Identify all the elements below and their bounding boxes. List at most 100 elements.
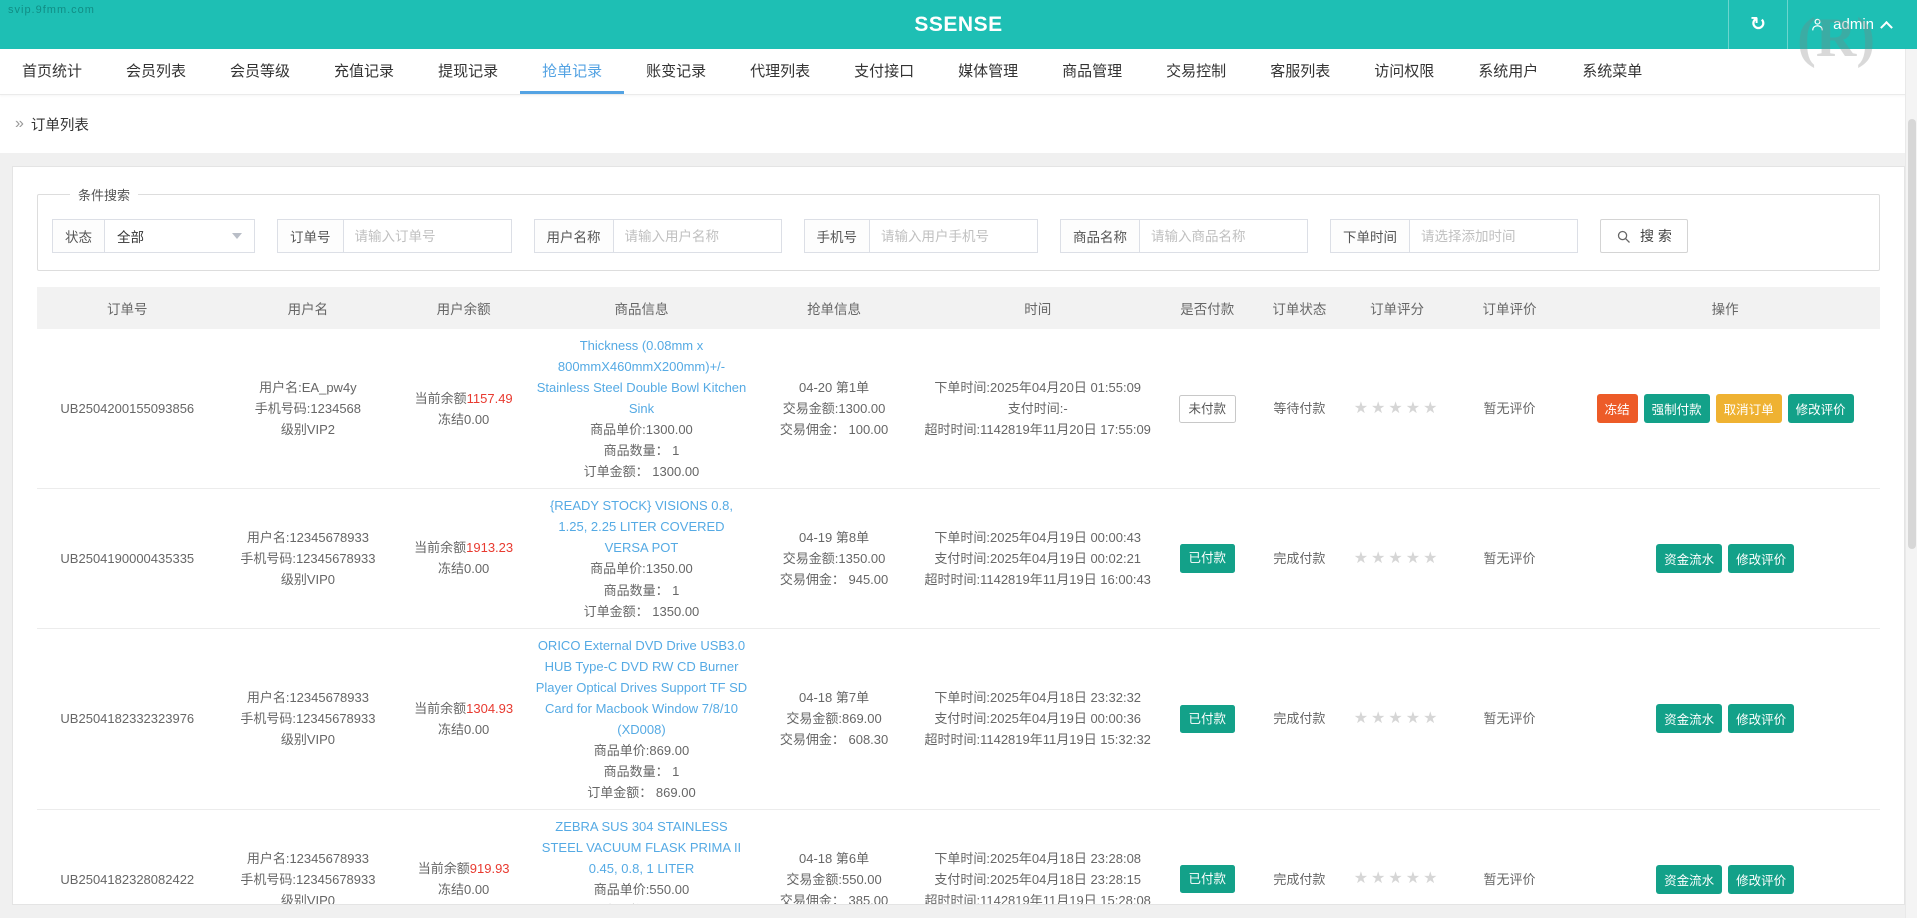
nav-item-2[interactable]: 会员列表 bbox=[104, 49, 208, 94]
col-header: 用户名 bbox=[217, 287, 399, 329]
product-link[interactable]: ZEBRA SUS 304 STAINLESS STEEL VACUUM FLA… bbox=[535, 816, 748, 879]
cell-line: 手机号码:12345678933 bbox=[240, 871, 376, 887]
col-header: 订单评分 bbox=[1345, 287, 1449, 329]
grab-info-cell: 04-18 第6单 交易金额:550.00 交易佣金： 385.00 bbox=[753, 809, 915, 904]
nav-item-12[interactable]: 交易控制 bbox=[1144, 49, 1248, 94]
cell-line: 手机号码:12345678933 bbox=[240, 550, 376, 566]
product-link[interactable]: Thickness (0.08mm x 800mmX460mmX200mm)+/… bbox=[535, 335, 748, 419]
paid-cell: 已付款 bbox=[1161, 488, 1254, 629]
nav-item-1[interactable]: 首页统计 bbox=[0, 49, 104, 94]
review-cell: 暂无评价 bbox=[1448, 488, 1571, 629]
action-button[interactable]: 修改评价 bbox=[1728, 864, 1795, 894]
balance-line: 当前余额1304.93 bbox=[414, 700, 514, 716]
nav-item-16[interactable]: 系统菜单 bbox=[1560, 49, 1664, 94]
nav-item-6[interactable]: 抢单记录 bbox=[520, 49, 624, 94]
balance-amount: 1913.23 bbox=[466, 540, 514, 556]
cell-line: 交易佣金： 608.30 bbox=[779, 732, 889, 748]
nav-item-15[interactable]: 系统用户 bbox=[1456, 49, 1560, 94]
field-input-1[interactable] bbox=[343, 219, 512, 253]
field-label: 商品名称 bbox=[1060, 219, 1140, 253]
scrollbar-thumb[interactable] bbox=[1908, 119, 1916, 549]
action-button[interactable]: 强制付款 bbox=[1643, 394, 1710, 424]
cell-line: 04-18 第6单 bbox=[799, 850, 870, 866]
cell-line: 支付时间:2025年04月18日 23:28:15 bbox=[934, 871, 1142, 887]
cell-line: 级别VIP0 bbox=[280, 892, 335, 905]
field-input-5[interactable] bbox=[1410, 219, 1578, 253]
cell-line: 超时时间:1142819年11月20日 17:55:09 bbox=[924, 422, 1151, 438]
frozen-line: 冻结0.00 bbox=[437, 561, 490, 577]
nav-item-13[interactable]: 客服列表 bbox=[1248, 49, 1352, 94]
frozen-line: 冻结0.00 bbox=[437, 882, 490, 898]
vertical-scrollbar[interactable] bbox=[1905, 49, 1917, 918]
search-field-2: 用户名称 bbox=[533, 219, 782, 253]
nav-item-7[interactable]: 账变记录 bbox=[624, 49, 728, 94]
nav-item-3[interactable]: 会员等级 bbox=[208, 49, 312, 94]
balance-amount: 919.93 bbox=[469, 861, 510, 877]
action-button[interactable]: 修改评价 bbox=[1787, 394, 1854, 424]
nav-item-14[interactable]: 访问权限 bbox=[1352, 49, 1456, 94]
balance-amount: 1304.93 bbox=[466, 700, 514, 716]
nav-item-11[interactable]: 商品管理 bbox=[1040, 49, 1144, 94]
main-area: 条件搜索 状态 全部 订单号 用户名称 手机号 商品名称 下单时间 搜 索 bbox=[0, 153, 1917, 918]
search-button[interactable]: 搜 索 bbox=[1600, 219, 1688, 253]
field-input-4[interactable] bbox=[1140, 219, 1308, 253]
nav-item-10[interactable]: 媒体管理 bbox=[936, 49, 1040, 94]
paid-badge: 已付款 bbox=[1179, 704, 1236, 733]
col-header: 抢单信息 bbox=[753, 287, 915, 329]
review-cell: 暂无评价 bbox=[1448, 809, 1571, 904]
action-button[interactable]: 资金流水 bbox=[1656, 864, 1723, 894]
rating-cell: ★★★★★ bbox=[1345, 329, 1449, 490]
field-label: 下单时间 bbox=[1330, 219, 1410, 253]
cell-line: 下单时间:2025年04月18日 23:32:32 bbox=[934, 690, 1142, 706]
time-cell: 下单时间:2025年04月18日 23:28:08 支付时间:2025年04月18… bbox=[914, 809, 1162, 904]
product-link[interactable]: {READY STOCK} VISIONS 0.8, 1.25, 2.25 LI… bbox=[535, 495, 748, 558]
user-menu[interactable]: admin bbox=[1788, 0, 1917, 49]
order-status: 完成付款 bbox=[1273, 711, 1326, 727]
action-button[interactable]: 资金流水 bbox=[1656, 704, 1723, 734]
nav-item-8[interactable]: 代理列表 bbox=[728, 49, 832, 94]
order-status: 等待付款 bbox=[1273, 401, 1326, 417]
action-button[interactable]: 修改评价 bbox=[1728, 543, 1795, 573]
action-button[interactable]: 冻结 bbox=[1596, 394, 1638, 424]
user-cell: 用户名:12345678933 手机号码:12345678933 级别VIP0 bbox=[217, 488, 399, 629]
nav-item-9[interactable]: 支付接口 bbox=[832, 49, 936, 94]
action-button[interactable]: 资金流水 bbox=[1656, 543, 1723, 573]
actions-cell: 资金流水 修改评价 bbox=[1570, 488, 1880, 629]
review-text: 暂无评价 bbox=[1483, 871, 1536, 887]
balance-line: 当前余额1157.49 bbox=[414, 390, 513, 406]
nav-item-4[interactable]: 充值记录 bbox=[312, 49, 416, 94]
product-cell: ORICO External DVD Drive USB3.0 HUB Type… bbox=[529, 628, 754, 810]
refresh-button[interactable]: ↻ bbox=[1729, 0, 1787, 49]
field-input-2[interactable] bbox=[613, 219, 782, 253]
product-link[interactable]: ORICO External DVD Drive USB3.0 HUB Type… bbox=[535, 635, 748, 740]
user-icon bbox=[1810, 17, 1825, 32]
rating-cell: ★★★★★ bbox=[1345, 628, 1449, 810]
cell-line: 级别VIP0 bbox=[280, 571, 335, 587]
product-detail: 商品单价:1350.00 商品数量： 1 订单金额： 1350.00 bbox=[535, 558, 748, 621]
breadcrumb: » 订单列表 bbox=[0, 95, 1917, 153]
actions-cell: 冻结 强制付款 取消订单 修改评价 bbox=[1570, 329, 1880, 490]
col-header: 商品信息 bbox=[529, 287, 754, 329]
action-button[interactable]: 取消订单 bbox=[1715, 394, 1782, 424]
cell-line: 订单金额： 1350.00 bbox=[583, 603, 700, 619]
paid-cell: 已付款 bbox=[1161, 628, 1254, 810]
field-input-3[interactable] bbox=[870, 219, 1038, 253]
order-no-cell: UB2504182332323976 bbox=[37, 628, 218, 810]
balance-cell: 当前余额1157.49 冻结0.00 bbox=[398, 329, 530, 490]
cell-line: 用户名:12345678933 bbox=[246, 690, 369, 706]
chevron-up-icon bbox=[1880, 20, 1893, 34]
col-header: 用户余额 bbox=[398, 287, 530, 329]
cell-line: 支付时间:- bbox=[1007, 401, 1068, 417]
cell-line: 商品数量： 1 bbox=[603, 443, 680, 459]
search-field-4: 商品名称 bbox=[1060, 219, 1308, 253]
nav-item-5[interactable]: 提现记录 bbox=[416, 49, 520, 94]
breadcrumb-label: 订单列表 bbox=[30, 117, 89, 134]
status-select[interactable]: 全部 bbox=[105, 219, 255, 253]
balance-cell: 当前余额919.93 冻结0.00 bbox=[398, 809, 530, 904]
search-legend: 条件搜索 bbox=[78, 188, 131, 203]
order-no: UB2504200155093856 bbox=[60, 401, 195, 417]
actions-cell: 资金流水 修改评价 bbox=[1570, 809, 1880, 904]
cell-line: 订单金额： 1300.00 bbox=[583, 464, 700, 480]
action-button[interactable]: 修改评价 bbox=[1728, 704, 1795, 734]
cell-line: 商品单价:550.00 bbox=[593, 882, 690, 898]
